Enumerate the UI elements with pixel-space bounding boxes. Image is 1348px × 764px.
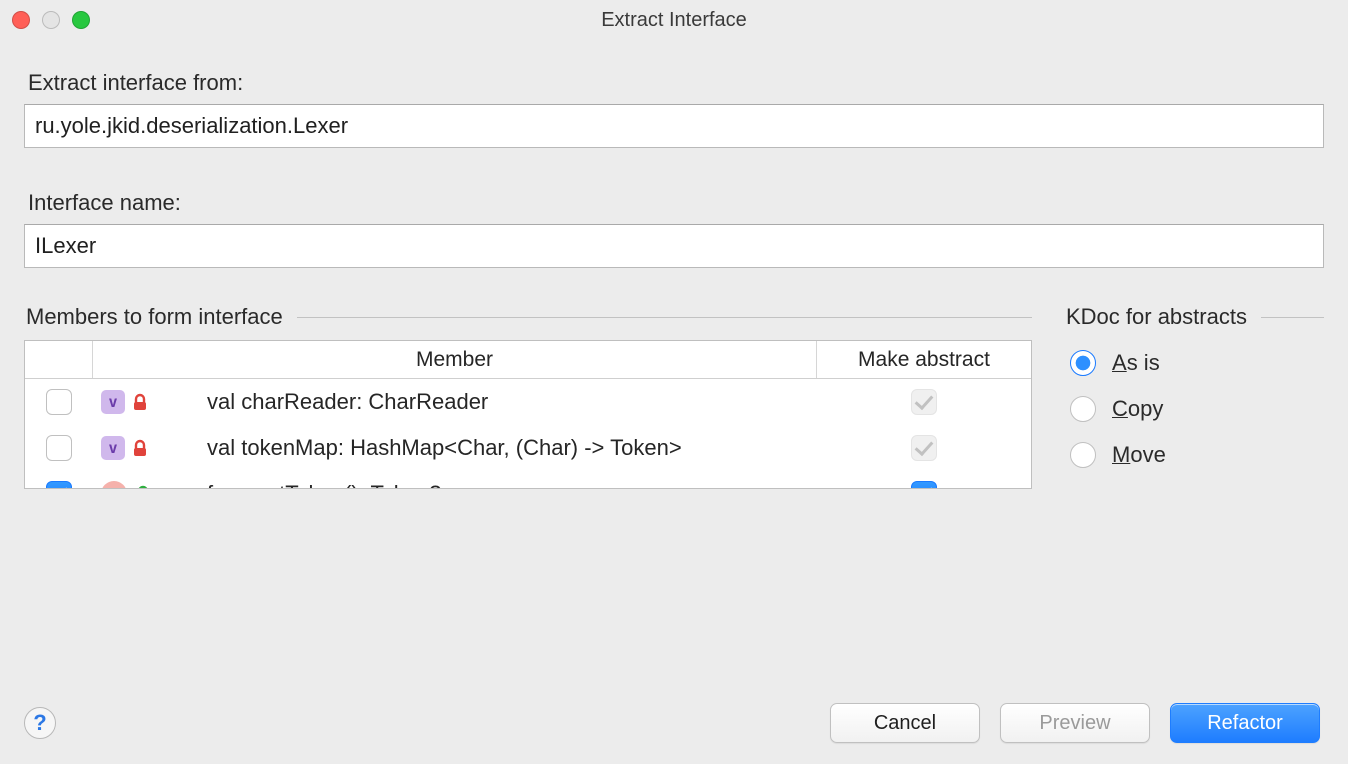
titlebar: Extract Interface [0, 0, 1348, 40]
kdoc-radio-group: As is Copy Move [1064, 340, 1324, 478]
private-visibility-icon [131, 393, 149, 411]
kdoc-option-copy[interactable]: Copy [1064, 386, 1324, 432]
radio-button[interactable] [1070, 442, 1096, 468]
table-row[interactable]: m fun nextToken(): Token? [25, 471, 1031, 489]
extract-from-input[interactable] [24, 104, 1324, 148]
select-member-checkbox[interactable] [46, 435, 72, 461]
radio-button[interactable] [1070, 350, 1096, 376]
radio-button[interactable] [1070, 396, 1096, 422]
member-signature: fun nextToken(): Token? [207, 481, 441, 489]
table-row[interactable]: v val tokenMap: HashMap<Char, (Char) -> … [25, 425, 1031, 471]
col-header-member: Member [93, 341, 817, 378]
col-header-make-abstract: Make abstract [817, 341, 1031, 378]
make-abstract-checkbox[interactable] [911, 481, 937, 489]
refactor-button[interactable]: Refactor [1170, 703, 1320, 743]
heading-rule [1261, 317, 1324, 318]
dialog-content: Extract interface from: Interface name: … [0, 40, 1348, 682]
help-button[interactable]: ? [24, 707, 56, 739]
preview-button[interactable]: Preview [1000, 703, 1150, 743]
make-abstract-checkbox [911, 389, 937, 415]
heading-rule [297, 317, 1032, 318]
members-table: Member Make abstract v val charReader: C… [24, 340, 1032, 489]
members-group-heading: Members to form interface [26, 304, 1032, 330]
radio-label: Copy [1112, 396, 1163, 422]
private-visibility-icon [131, 439, 149, 457]
table-row[interactable]: v val charReader: CharReader [25, 379, 1031, 425]
kdoc-group-heading: KDoc for abstracts [1066, 304, 1324, 330]
members-table-header: Member Make abstract [25, 341, 1031, 379]
select-member-checkbox[interactable] [46, 389, 72, 415]
kdoc-option-asis[interactable]: As is [1064, 340, 1324, 386]
col-header-select [25, 341, 93, 378]
value-icon: v [101, 390, 125, 414]
members-group-heading-text: Members to form interface [26, 304, 283, 330]
kdoc-option-move[interactable]: Move [1064, 432, 1324, 478]
make-abstract-checkbox [911, 435, 937, 461]
select-member-checkbox[interactable] [46, 481, 72, 489]
interface-name-label: Interface name: [28, 190, 1320, 216]
kdoc-group-heading-text: KDoc for abstracts [1066, 304, 1247, 330]
method-icon: m [101, 481, 127, 489]
radio-label: Move [1112, 442, 1166, 468]
member-signature: val tokenMap: HashMap<Char, (Char) -> To… [207, 435, 682, 461]
dialog-buttons: ? Cancel Preview Refactor [0, 682, 1348, 764]
interface-name-input[interactable] [24, 224, 1324, 268]
dialog-window: Extract Interface Extract interface from… [0, 0, 1348, 764]
member-signature: val charReader: CharReader [207, 389, 488, 415]
cancel-button[interactable]: Cancel [830, 703, 980, 743]
value-icon: v [101, 436, 125, 460]
window-title: Extract Interface [0, 9, 1348, 32]
extract-from-label: Extract interface from: [28, 70, 1320, 96]
radio-label: As is [1112, 350, 1160, 376]
members-rows: v val charReader: CharReaderv val tokenM… [25, 379, 1031, 489]
